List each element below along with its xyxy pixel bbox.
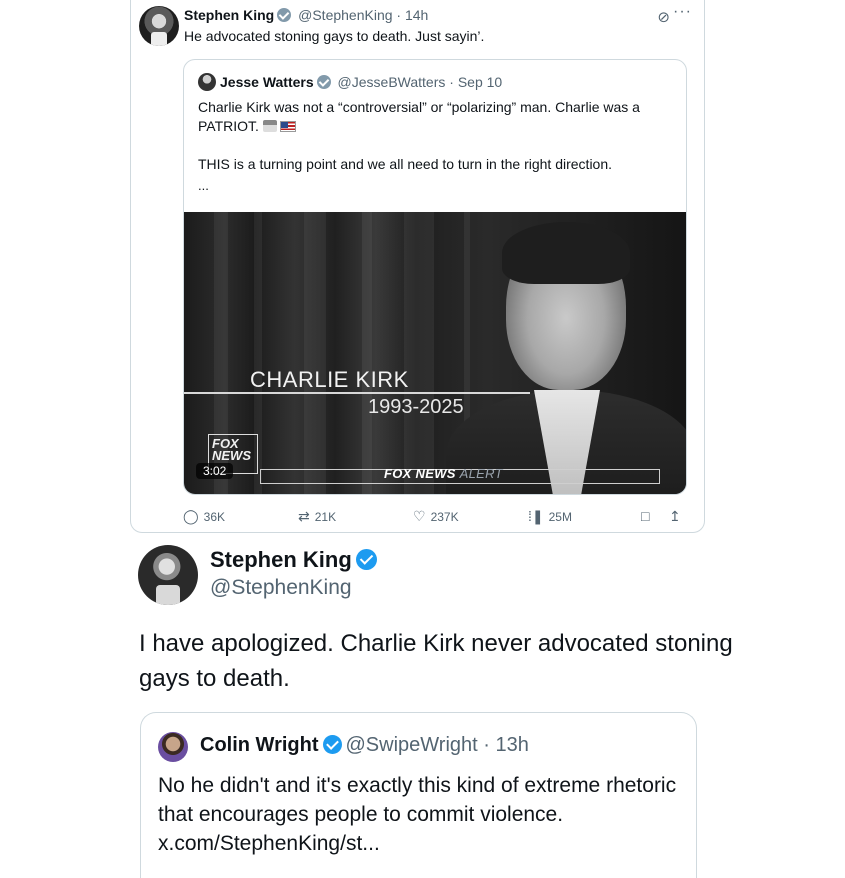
quoted-tweet-text: Charlie Kirk was not a “controversial” o… (198, 98, 678, 193)
author-handle[interactable]: @StephenKing (210, 576, 352, 600)
verified-badge-icon (322, 735, 342, 754)
avatar (158, 732, 188, 762)
video-caption-name: CHARLIE KIRK (250, 367, 409, 392)
quoted-author-name: Jesse Watters (220, 74, 314, 90)
tweet-text: He advocated stoning gays to death. Just… (184, 28, 485, 44)
reply-icon: ◯ (183, 508, 199, 524)
views-button[interactable]: ⁞❚ 25M (528, 508, 572, 525)
separator-dot: · (483, 734, 490, 756)
more-icon[interactable]: ··· (673, 3, 692, 21)
quoted-tweet-header: Colin Wright @SwipeWright · 13h (200, 734, 529, 757)
reply-count: 36K (203, 509, 226, 524)
quoted-tweet-text: No he didn't and it's exactly this kind … (158, 774, 677, 855)
separator-dot: · (396, 7, 402, 23)
quoted-tweet-date: Sep 10 (457, 74, 503, 90)
share-icon: ↥ (669, 508, 681, 524)
verified-badge-icon (277, 8, 292, 22)
author-name[interactable]: Stephen King (184, 7, 274, 23)
author-handle[interactable]: @StephenKing (298, 7, 392, 23)
us-flag-icon (279, 121, 296, 132)
view-count: 25M (548, 509, 572, 524)
separator-dot: · (449, 74, 454, 90)
quoted-author-name: Colin Wright (200, 734, 319, 756)
quoted-author-handle: @JesseBWatters (337, 74, 446, 90)
bookmark-button[interactable]: □ (641, 508, 649, 524)
avatar (198, 73, 216, 91)
alert-text: FOX NEWS ALERT (384, 466, 503, 481)
verified-badge-icon (316, 75, 331, 89)
repost-count: 21K (314, 509, 337, 524)
alert-text-main: FOX NEWS (384, 466, 456, 481)
author-name-text[interactable]: Stephen King (210, 547, 352, 572)
emoji-icon (262, 120, 277, 132)
quoted-tweet-time: 13h (495, 734, 529, 756)
avatar[interactable] (138, 545, 198, 605)
tweet-text: I have apologized. Charlie Kirk never ad… (139, 630, 733, 692)
quoted-screenshot-card: Stephen King @StephenKing · 14h ⊘ ··· He… (130, 0, 705, 533)
action-bar: ◯ 36K ⇄ 21K ♡ 237K ⁞❚ 25M □ ↥ (183, 508, 703, 528)
author-name[interactable]: Stephen King (210, 547, 377, 573)
grok-icon[interactable]: ⊘ (657, 8, 670, 26)
quoted-tweet[interactable]: Colin Wright @SwipeWright · 13h No he did… (140, 712, 697, 878)
video-duration: 3:02 (196, 463, 234, 479)
video-caption-years: 1993-2025 (368, 396, 464, 418)
bookmark-icon: □ (641, 508, 650, 524)
quoted-author-handle: @SwipeWright (345, 734, 478, 756)
repost-button[interactable]: ⇄ 21K (298, 508, 336, 525)
alert-text-sub: ALERT (459, 466, 503, 481)
quoted-text-line2: THIS is a turning point and we all need … (198, 156, 613, 172)
quoted-tweet[interactable]: Jesse Watters @JesseBWatters · Sep 10 Ch… (183, 59, 687, 495)
quoted-tweet-header: Jesse Watters @JesseBWatters · Sep 10 (198, 73, 502, 91)
portrait-hair (502, 222, 630, 284)
video-thumbnail[interactable]: CHARLIE KIRK 1993-2025 FOX NEWS FOX NEWS… (184, 212, 686, 494)
repost-icon: ⇄ (298, 508, 310, 524)
avatar[interactable] (139, 6, 179, 46)
heart-icon: ♡ (413, 508, 426, 524)
reply-button[interactable]: ◯ 36K (183, 508, 225, 525)
tweet-time[interactable]: 14h (405, 7, 428, 23)
verified-badge-icon (355, 549, 377, 570)
like-count: 237K (430, 509, 459, 524)
views-chart-icon: ⁞❚ (528, 508, 544, 524)
tweet-header: Stephen King @StephenKing · 14h (184, 7, 428, 23)
like-button[interactable]: ♡ 237K (413, 508, 459, 525)
truncation-ellipsis: ... (198, 178, 209, 193)
share-button[interactable]: ↥ (669, 508, 681, 525)
